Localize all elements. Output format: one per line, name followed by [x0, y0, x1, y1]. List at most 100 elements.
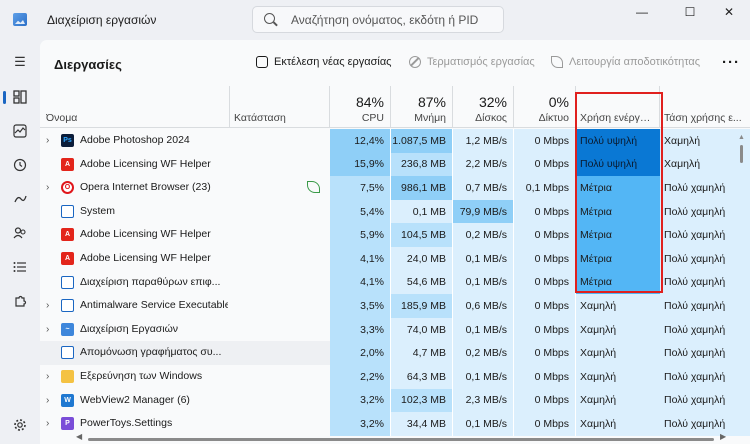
maximize-button[interactable]: ☐	[669, 2, 711, 22]
network-cell: 0 Mbps	[514, 294, 576, 318]
table-row[interactable]: › ~ Διαχείριση Εργασιών 3,3% 74,0 MB 0,1 MB/s…	[40, 317, 750, 342]
table-row[interactable]: System 5,4% 0,1 MB 79,9 MB/s 0 Mbps Μέτρια Πολ…	[40, 199, 750, 224]
column-power-trend[interactable]: Τάση χρήσης ε...	[660, 86, 750, 128]
table-row[interactable]: › Antimalware Service Executable 3,5% 185,9…	[40, 294, 750, 318]
power-usage-cell: Χαμηλή	[576, 412, 660, 436]
search-input[interactable]: Αναζήτηση ονόματος, εκδότη ή PID	[291, 13, 478, 27]
table-row[interactable]: › W WebView2 Manager (6) 3,2% 102,3 MB 2,3 MB…	[40, 388, 750, 413]
table-row[interactable]: › Ps Adobe Photoshop 2024 12,4% 1.087,5 MB 1,…	[40, 129, 750, 153]
details-list-icon	[13, 262, 26, 272]
table-row[interactable]: › O Opera Internet Browser (23) 7,5% 986,1 M…	[40, 176, 750, 200]
power-usage-cell: Χαμηλή	[576, 317, 660, 342]
table-row[interactable]: Απομόνωση γραφήματος συ... 2,0% 4,7 MB 0,2 …	[40, 341, 750, 365]
memory-cell: 986,1 MB	[391, 176, 453, 200]
more-options-button[interactable]: ···	[722, 54, 740, 71]
cpu-cell: 12,4%	[330, 129, 391, 153]
chevron-right-icon[interactable]: ›	[46, 371, 49, 382]
sidebar-item-processes[interactable]	[3, 85, 33, 109]
chevron-right-icon[interactable]: ›	[46, 300, 49, 311]
power-trend-cell: Πολύ χαμηλή	[660, 270, 750, 295]
chevron-right-icon[interactable]: ›	[46, 418, 49, 429]
chevron-right-icon[interactable]: ›	[46, 324, 49, 335]
cpu-cell: 4,1%	[330, 270, 391, 295]
memory-cell: 236,8 MB	[391, 152, 453, 177]
sidebar-item-startup[interactable]	[7, 187, 33, 211]
search-box[interactable]: Αναζήτηση ονόματος, εκδότη ή PID	[252, 6, 504, 33]
process-name: Adobe Licensing WF Helper	[80, 228, 211, 241]
table-row[interactable]: A Adobe Licensing WF Helper 5,9% 104,5 MB 0,…	[40, 223, 750, 247]
powertoys-icon: P	[61, 417, 74, 431]
minimize-button[interactable]: —	[621, 2, 663, 22]
window-icon	[61, 299, 74, 313]
disk-cell: 2,3 MB/s	[453, 388, 514, 413]
memory-cell: 64,3 MB	[391, 365, 453, 389]
power-usage-cell: Μέτρια	[576, 223, 660, 247]
power-usage-cell: Πολύ υψηλή	[576, 152, 660, 177]
chevron-right-icon[interactable]: ›	[46, 182, 49, 193]
hamburger-menu-icon[interactable]: ☰	[7, 50, 33, 74]
table-row[interactable]: A Adobe Licensing WF Helper 4,1% 24,0 MB 0,1…	[40, 247, 750, 271]
disk-cell: 2,2 MB/s	[453, 152, 514, 177]
column-name[interactable]: Όνομα	[40, 86, 230, 128]
network-cell: 0 Mbps	[514, 388, 576, 413]
process-name: Διαχείριση Εργασιών	[80, 322, 179, 335]
power-trend-cell: Πολύ χαμηλή	[660, 176, 750, 200]
history-icon	[13, 158, 27, 172]
power-usage-cell: Μέτρια	[576, 176, 660, 200]
table-row[interactable]: › P PowerToys.Settings 3,2% 34,4 MB 0,1 MB/s 0…	[40, 412, 750, 436]
network-cell: 0 Mbps	[514, 365, 576, 389]
disk-cell: 0,1 MB/s	[453, 365, 514, 389]
cpu-cell: 7,5%	[330, 176, 391, 200]
disk-cell: 0,2 MB/s	[453, 341, 514, 365]
column-disk-label: Δίσκος	[475, 112, 507, 124]
cpu-total: 84%	[355, 94, 384, 110]
page-title: Διεργασίες	[54, 57, 122, 72]
power-usage-cell: Πολύ υψηλή	[576, 129, 660, 153]
efficiency-mode-button[interactable]: Λειτουργία αποδοτικότητας	[551, 56, 700, 68]
scroll-up-arrow-icon[interactable]: ▲	[738, 134, 745, 141]
column-power-usage[interactable]: Χρήση ενέργει...	[576, 86, 660, 128]
sidebar-item-settings[interactable]	[7, 413, 33, 437]
network-cell: 0 Mbps	[514, 341, 576, 365]
column-cpu-label: CPU	[361, 112, 384, 124]
column-network[interactable]: 0% Δίκτυο	[514, 86, 576, 128]
table-row[interactable]: Διαχείριση παραθύρων επιφ... 4,1% 54,6 MB 0…	[40, 270, 750, 295]
process-name: WebView2 Manager (6)	[80, 393, 190, 406]
scroll-left-arrow-icon[interactable]: ◀	[76, 432, 82, 441]
folder-icon	[61, 370, 74, 383]
column-disk[interactable]: 32% Δίσκος	[453, 86, 514, 128]
network-cell: 0,1 Mbps	[514, 176, 576, 200]
column-memory[interactable]: 87% Μνήμη	[391, 86, 453, 128]
sidebar-item-performance[interactable]	[7, 119, 33, 143]
network-cell: 0 Mbps	[514, 223, 576, 247]
table-row[interactable]: A Adobe Licensing WF Helper 15,9% 236,8 MB 2…	[40, 152, 750, 177]
chevron-right-icon[interactable]: ›	[46, 135, 49, 146]
end-task-button[interactable]: Τερματισμός εργασίας	[409, 56, 535, 68]
run-new-task-button[interactable]: Εκτέλεση νέας εργασίας	[256, 56, 392, 68]
column-memory-label: Μνήμη	[414, 112, 446, 124]
column-cpu[interactable]: 84% CPU	[330, 86, 391, 128]
disk-cell: 0,2 MB/s	[453, 223, 514, 247]
column-name-label: Όνομα	[46, 112, 78, 124]
power-usage-cell: Μέτρια	[576, 199, 660, 224]
system-icon	[61, 204, 74, 218]
chevron-right-icon[interactable]: ›	[46, 395, 49, 406]
sidebar-item-users[interactable]	[7, 221, 33, 245]
sidebar-item-app-history[interactable]	[7, 153, 33, 177]
window-icon	[61, 275, 74, 289]
opera-icon: O	[61, 181, 74, 195]
vertical-scrollbar[interactable]	[740, 145, 743, 163]
sidebar-item-details[interactable]	[7, 255, 33, 279]
process-name: Απομόνωση γραφήματος συ...	[80, 346, 222, 359]
disk-total: 32%	[478, 94, 507, 110]
scroll-right-arrow-icon[interactable]: ▶	[720, 432, 726, 441]
horizontal-scrollbar[interactable]	[88, 438, 714, 441]
power-trend-cell: Πολύ χαμηλή	[660, 317, 750, 342]
column-status[interactable]: Κατάσταση	[230, 86, 330, 128]
power-trend-cell: Πολύ χαμηλή	[660, 365, 750, 389]
cpu-cell: 2,0%	[330, 341, 391, 365]
sidebar-item-services[interactable]	[7, 289, 33, 313]
table-row[interactable]: › Εξερεύνηση των Windows 2,2% 64,3 MB 0,1 MB…	[40, 365, 750, 389]
close-button[interactable]: ✕	[708, 2, 750, 22]
column-status-label: Κατάσταση	[234, 112, 286, 124]
